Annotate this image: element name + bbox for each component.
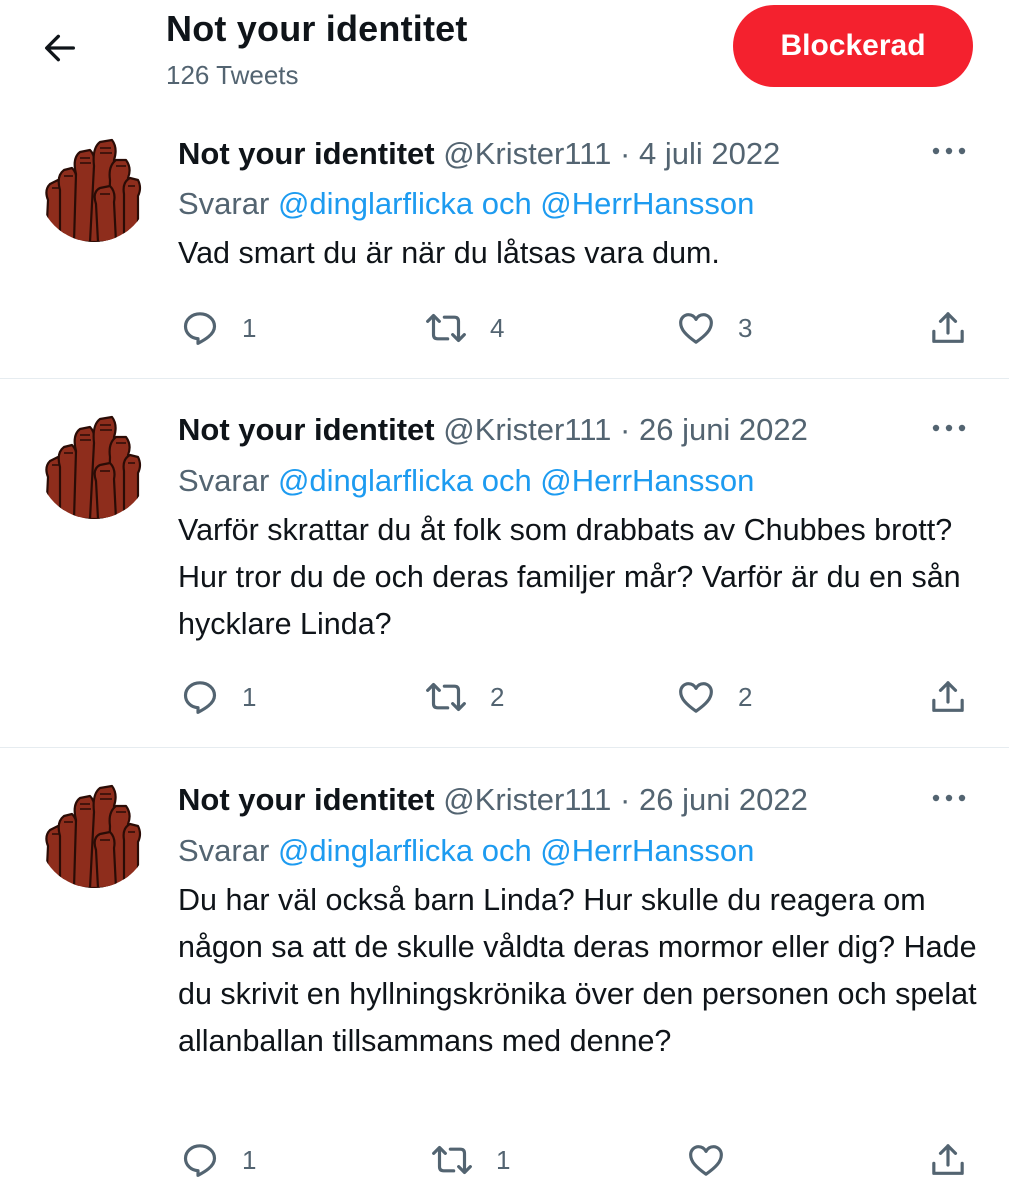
more-horizontal-icon	[932, 147, 966, 155]
more-horizontal-icon	[932, 424, 966, 432]
more-horizontal-icon	[932, 794, 966, 802]
reply-count: 1	[242, 681, 257, 712]
avatar[interactable]	[38, 776, 150, 888]
reply-button[interactable]: 1	[180, 1140, 256, 1180]
retweet-icon	[426, 313, 466, 343]
separator: ·	[620, 782, 631, 817]
retweet-button[interactable]: 2	[424, 677, 504, 717]
reply-bubble-icon	[183, 1144, 217, 1177]
like-button[interactable]: 2	[676, 677, 752, 717]
reply-mentions[interactable]: @dinglarflicka och @HerrHansson	[278, 186, 754, 221]
tweet[interactable]: Not your identitet @Krister111 · 26 juni…	[0, 748, 1009, 1200]
profile-name-title: Not your identitet	[166, 8, 468, 49]
replying-to-label: Svarar	[178, 186, 270, 221]
tweet-date[interactable]: 26 juni 2022	[639, 412, 808, 447]
reply-count: 1	[242, 1144, 257, 1175]
more-button[interactable]	[926, 136, 972, 166]
more-button[interactable]	[926, 783, 972, 813]
author-handle[interactable]: @Krister111	[443, 782, 611, 817]
tweet-date[interactable]: 4 juli 2022	[639, 136, 780, 171]
avatar[interactable]	[38, 130, 150, 242]
tweet-text: Varför skrattar du åt folk som drabbats …	[178, 513, 961, 641]
heart-icon	[679, 682, 713, 713]
share-button[interactable]	[928, 677, 968, 717]
reply-button[interactable]: 1	[180, 677, 256, 717]
retweet-count: 2	[490, 681, 505, 712]
replying-to: Svarar @dinglarflicka och @HerrHansson	[178, 188, 754, 219]
tweet[interactable]: Not your identitet @Krister111 · 26 juni…	[0, 379, 1009, 747]
avatar[interactable]	[38, 407, 150, 519]
tweet-text: Vad smart du är när du låtsas vara dum.	[178, 236, 720, 270]
arrow-left-icon	[45, 34, 76, 62]
share-icon	[932, 1144, 964, 1175]
author-handle[interactable]: @Krister111	[443, 412, 611, 447]
retweet-icon	[426, 682, 466, 712]
retweet-count: 4	[490, 312, 505, 343]
replying-to-label: Svarar	[178, 463, 270, 498]
share-icon	[932, 312, 964, 343]
like-count: 2	[738, 681, 753, 712]
separator: ·	[620, 412, 631, 447]
reply-mentions[interactable]: @dinglarflicka och @HerrHansson	[278, 833, 754, 868]
replying-to-label: Svarar	[178, 833, 270, 868]
reply-mentions[interactable]: @dinglarflicka och @HerrHansson	[278, 463, 754, 498]
replying-to: Svarar @dinglarflicka och @HerrHansson	[178, 835, 754, 866]
reply-count: 1	[242, 312, 257, 343]
tweet-text: Du har väl också barn Linda? Hur skulle …	[178, 883, 977, 1058]
tweet-date[interactable]: 26 juni 2022	[639, 782, 808, 817]
reply-bubble-icon	[183, 681, 217, 714]
tweet[interactable]: Not your identitet @Krister111 · 4 juli …	[0, 108, 1009, 378]
separator: ·	[620, 136, 631, 171]
reply-button[interactable]: 1	[180, 308, 256, 348]
replying-to: Svarar @dinglarflicka och @HerrHansson	[178, 465, 754, 496]
heart-icon	[679, 313, 713, 344]
retweet-button[interactable]: 1	[430, 1140, 510, 1180]
like-count: 3	[738, 312, 753, 343]
author-name[interactable]: Not your identitet	[178, 136, 435, 171]
retweet-icon	[432, 1145, 472, 1175]
more-button[interactable]	[926, 413, 972, 443]
share-button[interactable]	[928, 308, 968, 348]
retweet-button[interactable]: 4	[424, 308, 504, 348]
retweet-count: 1	[496, 1144, 511, 1175]
author-name[interactable]: Not your identitet	[178, 782, 435, 817]
blocked-button[interactable]: Blockerad	[733, 5, 973, 87]
author-handle[interactable]: @Krister111	[443, 136, 611, 171]
tweet-count: 126 Tweets	[166, 60, 299, 90]
like-button[interactable]: 3	[676, 308, 752, 348]
share-button[interactable]	[928, 1140, 968, 1180]
back-button[interactable]	[36, 24, 84, 72]
author-name[interactable]: Not your identitet	[178, 412, 435, 447]
share-icon	[932, 681, 964, 712]
heart-icon	[689, 1145, 723, 1176]
profile-header: Not your identitet 126 Tweets Blockerad	[0, 0, 1009, 108]
reply-bubble-icon	[183, 312, 217, 345]
like-button[interactable]	[686, 1140, 748, 1180]
